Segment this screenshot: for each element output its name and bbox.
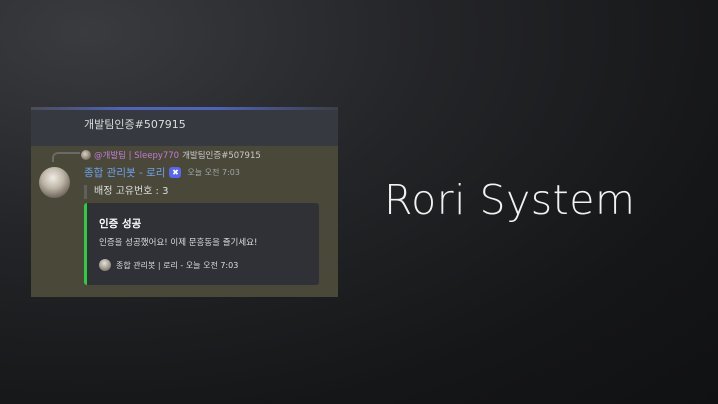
embed-footer-text: 종합 관리봇 | 로리 - 오늘 오전 7:03 [116,260,239,270]
message-header: 종합 관리봇 - 로리 ✖ 오늘 오전 7:03 [84,165,240,180]
embed-title: 인증 성공 [99,218,142,230]
bot-badge-icon: ✖ [169,167,182,178]
verification-embed: 인증 성공 인증을 성공했어요! 이제 문흥동을 즐기세요! 종합 관리봇 | … [84,203,319,285]
page-title: Rori System [384,176,636,224]
reply-text: 개발팀인증#507915 [182,150,261,161]
assigned-id-text: 배정 고유번호 : 3 [94,186,169,197]
reply-username[interactable]: @개발팀 | Sleepy770 [94,149,179,161]
previous-message-text: 개발팀인증#507915 [84,118,186,131]
bot-username[interactable]: 종합 관리봇 - 로리 [84,165,165,180]
reply-connector [52,152,80,162]
discord-screenshot: 개발팀인증#507915 @개발팀 | Sleepy770 개발팀인증#5079… [31,107,338,297]
field-quote-bar [84,185,87,199]
footer-avatar-icon [99,259,111,271]
reply-reference[interactable]: @개발팀 | Sleepy770 개발팀인증#507915 [81,148,261,161]
message-timestamp: 오늘 오전 7:03 [187,168,240,177]
bot-avatar[interactable] [39,167,70,198]
previous-message-strip [31,107,338,110]
embed-description: 인증을 성공했어요! 이제 문흥동을 즐기세요! [99,238,258,248]
embed-footer: 종합 관리봇 | 로리 - 오늘 오전 7:03 [99,259,238,271]
reply-avatar-icon [81,149,91,160]
